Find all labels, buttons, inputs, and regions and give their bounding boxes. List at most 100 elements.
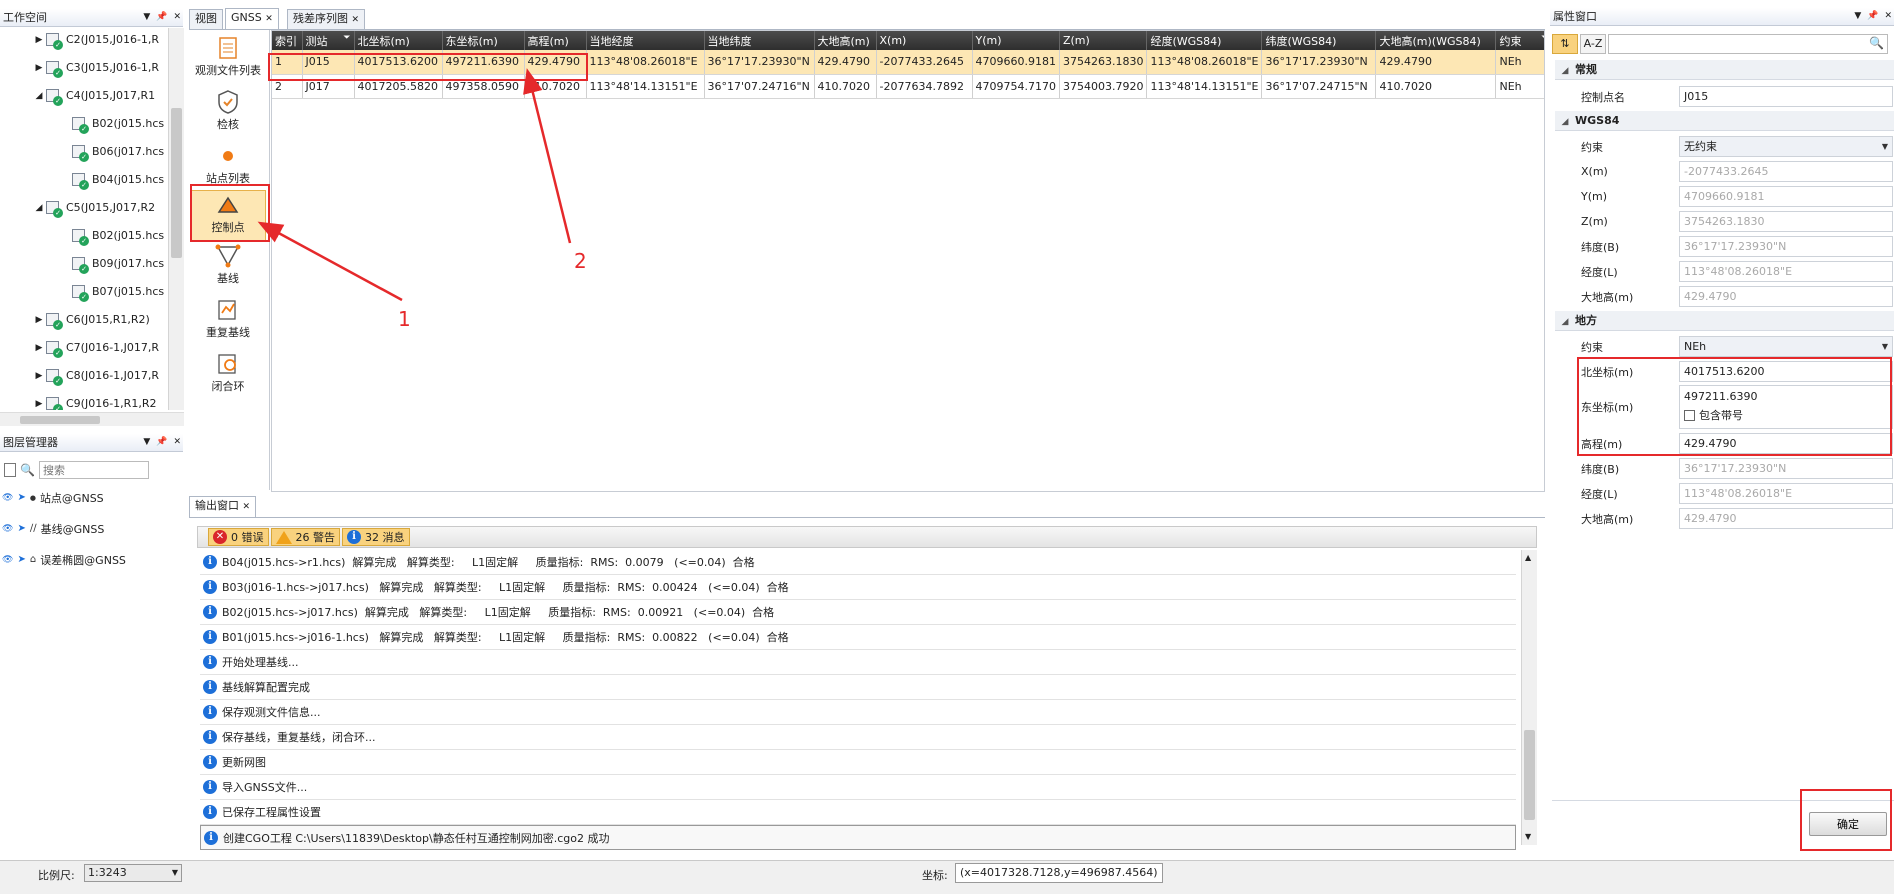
column-header[interactable]: 大地高(m)(WGS84) (1375, 31, 1497, 50)
table-cell[interactable]: 3754263.1830 (1059, 50, 1148, 75)
constraint-select[interactable]: 无约束 ▼ (1679, 136, 1893, 157)
output-message[interactable]: i 开始处理基线... (200, 650, 1516, 675)
ok-button[interactable]: 确定 (1809, 812, 1887, 836)
output-message[interactable]: i B04(j015.hcs->r1.hcs) 解算完成 解算类型: L1固定解 … (200, 550, 1516, 575)
expand-toggle-icon[interactable]: ▶ (34, 343, 44, 353)
close-icon[interactable]: ✕ (352, 15, 360, 25)
include-zone-checkbox[interactable] (1684, 409, 1695, 421)
table-cell[interactable]: 36°17'17.23930"N (704, 50, 815, 75)
table-cell[interactable]: 36°17'07.24716"N (704, 74, 815, 99)
tree-item[interactable]: ◢ ✓ C4(J015,J017,R1 (34, 84, 155, 107)
column-header[interactable]: Z(m) (1059, 31, 1148, 50)
column-header[interactable]: X(m) (876, 31, 973, 50)
table-cell[interactable]: 36°17'17.23930"N (1261, 50, 1377, 75)
expand-toggle-icon[interactable]: ▶ (34, 371, 44, 381)
errors-filter[interactable]: ✕ 0 错误 (208, 528, 269, 546)
column-header[interactable]: 索引 (272, 31, 303, 50)
table-cell[interactable]: 497211.6390 (442, 50, 525, 75)
table-cell[interactable]: 1 (272, 50, 303, 75)
table-cell[interactable]: 113°48'14.13151"E (586, 74, 705, 99)
tab-output[interactable]: 输出窗口 ✕ (189, 496, 257, 517)
table-cell[interactable]: -2077433.2645 (876, 50, 973, 75)
tab-view[interactable]: 视图 (189, 9, 223, 29)
gnss-nav-item[interactable]: 站点列表 (190, 142, 266, 186)
close-icon[interactable]: ✕ (173, 434, 181, 451)
column-header[interactable]: 纬度(WGS84) (1261, 31, 1377, 50)
pin-icon[interactable]: 📌 (156, 434, 167, 451)
output-message[interactable]: i 更新网图 (200, 750, 1516, 775)
table-cell[interactable]: 429.4790 (524, 50, 587, 75)
table-cell[interactable]: 410.7020 (814, 74, 877, 99)
expand-toggle-icon[interactable]: ▶ (34, 63, 44, 73)
tab-gnss[interactable]: GNSS ✕ (225, 8, 279, 29)
column-header[interactable]: 当地经度 (586, 31, 705, 50)
column-header[interactable]: 测站 ⏷ (302, 31, 355, 50)
table-cell[interactable]: 429.4790 (814, 50, 877, 75)
expand-toggle-icon[interactable]: ▶ (34, 315, 44, 325)
layer-item[interactable]: 👁 ➤ ⌂ 误差椭圆@GNSS (2, 548, 126, 571)
tab-residual-plot[interactable]: 残差序列图 ✕ (287, 9, 366, 29)
output-scrollbar[interactable]: ▲ ▼ (1521, 550, 1537, 845)
gnss-nav-item[interactable]: 控制点 (190, 190, 266, 242)
table-cell[interactable]: 4017205.5820 (354, 74, 443, 99)
gnss-nav-item[interactable]: 检核 (190, 88, 266, 132)
table-cell[interactable]: 2 (272, 74, 303, 99)
tree-item[interactable]: ◢ ✓ C5(J015,J017,R2 (34, 196, 155, 219)
output-message[interactable]: i 保存基线，重复基线，闭合环... (200, 725, 1516, 750)
gnss-nav-item[interactable]: 基线 (190, 242, 266, 286)
tree-item[interactable]: ✓ B09(j017.hcs (60, 252, 164, 275)
table-cell[interactable]: NEh (1495, 50, 1544, 75)
expand-toggle-icon[interactable]: ▶ (34, 35, 44, 45)
output-message[interactable]: i 已保存工程属性设置 (200, 800, 1516, 825)
messages-filter[interactable]: i 32 消息 (342, 528, 410, 546)
new-layer-icon[interactable] (4, 463, 16, 477)
output-message[interactable]: i 保存观测文件信息... (200, 700, 1516, 725)
height-field[interactable]: 429.4790 (1679, 433, 1893, 454)
output-message[interactable]: i B03(j016-1.hcs->j017.hcs) 解算完成 解算类型: L1… (200, 575, 1516, 600)
dropdown-icon[interactable]: ▼ (143, 434, 150, 451)
categorized-sort-button[interactable]: ⇅ (1552, 34, 1578, 54)
select-cursor-icon[interactable]: ➤ (17, 523, 25, 534)
table-cell[interactable]: 3754003.7920 (1059, 74, 1148, 99)
tree-item[interactable]: ✓ B07(j015.hcs (60, 280, 164, 303)
column-header[interactable]: 经度(WGS84) (1146, 31, 1263, 50)
tree-item[interactable]: ▶ ✓ C7(J016-1,J017,R (34, 336, 159, 359)
gnss-nav-item[interactable]: 闭合环 (190, 350, 266, 394)
tree-item[interactable]: ▶ ✓ C6(J015,R1,R2) (34, 308, 150, 331)
table-cell[interactable]: 113°48'14.13151"E (1146, 74, 1263, 99)
pin-icon[interactable]: 📌 (156, 9, 167, 26)
tree-item[interactable]: ✓ B04(j015.hcs (60, 168, 164, 191)
table-cell[interactable]: 410.7020 (1375, 74, 1497, 99)
dropdown-icon[interactable]: ▼ (143, 9, 150, 26)
close-icon[interactable]: ✕ (243, 502, 251, 512)
table-cell[interactable]: 4017513.6200 (354, 50, 443, 75)
table-row[interactable]: 1 J015 4017513.6200 497211.6390 429.4790 113°… (272, 50, 1544, 75)
table-cell[interactable]: J017 (302, 74, 355, 99)
properties-search-input[interactable]: 🔍 (1608, 34, 1888, 54)
local-constraint-select[interactable]: NEh ▼ (1679, 336, 1893, 357)
workspace-hscrollbar[interactable] (0, 412, 184, 426)
select-cursor-icon[interactable]: ➤ (17, 554, 25, 565)
section-general[interactable]: ◢ 常规 (1555, 60, 1894, 80)
table-cell[interactable]: J015 (302, 50, 355, 75)
section-local[interactable]: ◢ 地方 (1555, 311, 1894, 331)
tree-item[interactable]: ▶ ✓ C3(J015,J016-1,R (34, 56, 159, 79)
output-message[interactable]: i B01(j015.hcs->j016-1.hcs) 解算完成 解算类型: L1… (200, 625, 1516, 650)
table-cell[interactable]: 113°48'08.26018"E (1146, 50, 1263, 75)
table-cell[interactable]: 4709660.9181 (972, 50, 1060, 75)
tree-item[interactable]: ▶ ✓ C8(J016-1,J017,R (34, 364, 159, 387)
table-cell[interactable]: -2077634.7892 (876, 74, 973, 99)
tree-item[interactable]: ✓ B02(j015.hcs (60, 224, 164, 247)
tree-item[interactable]: ▶ ✓ C9(J016-1,R1,R2 (34, 392, 156, 410)
workspace-scrollbar[interactable] (168, 28, 184, 410)
close-icon[interactable]: ✕ (1884, 8, 1892, 25)
eye-icon[interactable]: 👁 (2, 555, 13, 565)
table-cell[interactable]: 36°17'07.24715"N (1261, 74, 1377, 99)
column-header[interactable]: 当地纬度 (704, 31, 815, 50)
expand-toggle-icon[interactable]: ◢ (34, 91, 44, 101)
filter-icon[interactable]: ⏷ (1541, 33, 1544, 43)
search-icon[interactable]: 🔍 (20, 463, 35, 477)
expand-toggle-icon[interactable]: ◢ (34, 203, 44, 213)
layer-search-input[interactable] (38, 461, 149, 479)
warnings-filter[interactable]: 26 警告 (270, 528, 340, 546)
